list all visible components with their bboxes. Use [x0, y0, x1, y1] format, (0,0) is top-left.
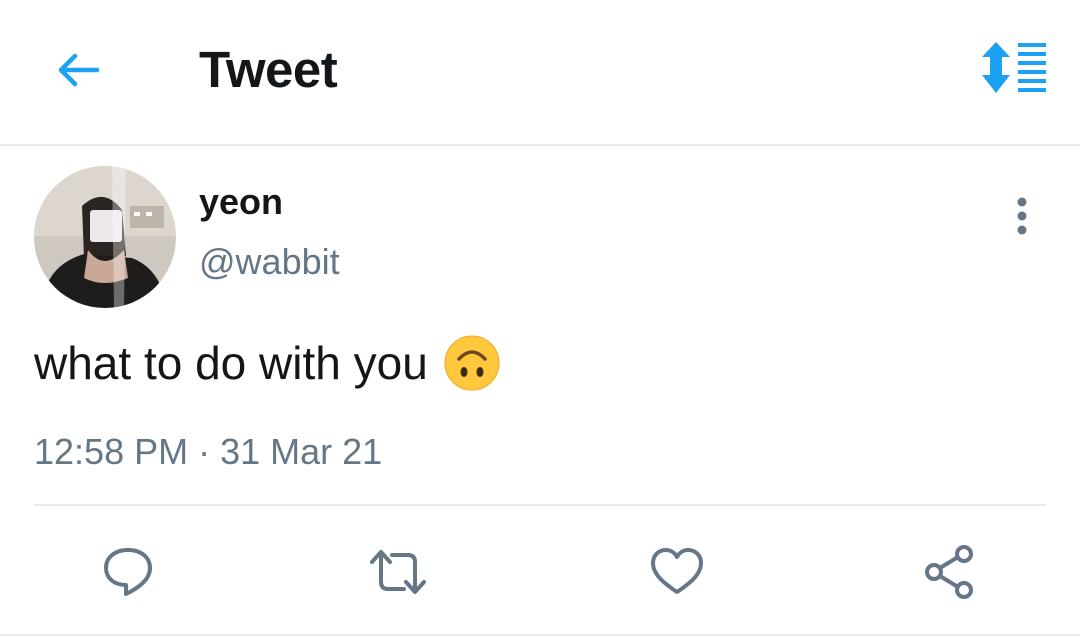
- share-button[interactable]: [920, 542, 980, 602]
- retweet-button[interactable]: [368, 542, 428, 602]
- user-handle[interactable]: @wabbit: [199, 241, 340, 283]
- reply-icon: [104, 548, 152, 596]
- tweet-timestamp: 12:58 PM · 31 Mar 21: [34, 431, 383, 472]
- page-title: Tweet: [199, 41, 338, 98]
- reply-button[interactable]: [98, 542, 158, 602]
- upside-down-face-icon: [444, 335, 500, 391]
- display-name[interactable]: yeon: [199, 181, 283, 223]
- bottom-divider: [0, 634, 1080, 636]
- more-vertical-icon: [1017, 197, 1027, 235]
- tweet-text: what to do with you: [34, 335, 500, 391]
- sort-list-icon: [982, 42, 1046, 93]
- like-button[interactable]: [647, 542, 707, 602]
- avatar[interactable]: [34, 166, 176, 308]
- avatar-photo: [34, 166, 176, 308]
- share-icon: [925, 545, 973, 599]
- more-options-button[interactable]: [1002, 194, 1042, 238]
- retweet-icon: [370, 550, 426, 594]
- arrow-left-icon: [58, 53, 100, 87]
- divider: [34, 504, 1046, 506]
- sort-button[interactable]: [978, 40, 1050, 100]
- back-button[interactable]: [50, 48, 106, 92]
- tweet-text-content: what to do with you: [34, 337, 428, 389]
- heart-icon: [651, 548, 703, 594]
- app-header: Tweet: [0, 0, 1080, 146]
